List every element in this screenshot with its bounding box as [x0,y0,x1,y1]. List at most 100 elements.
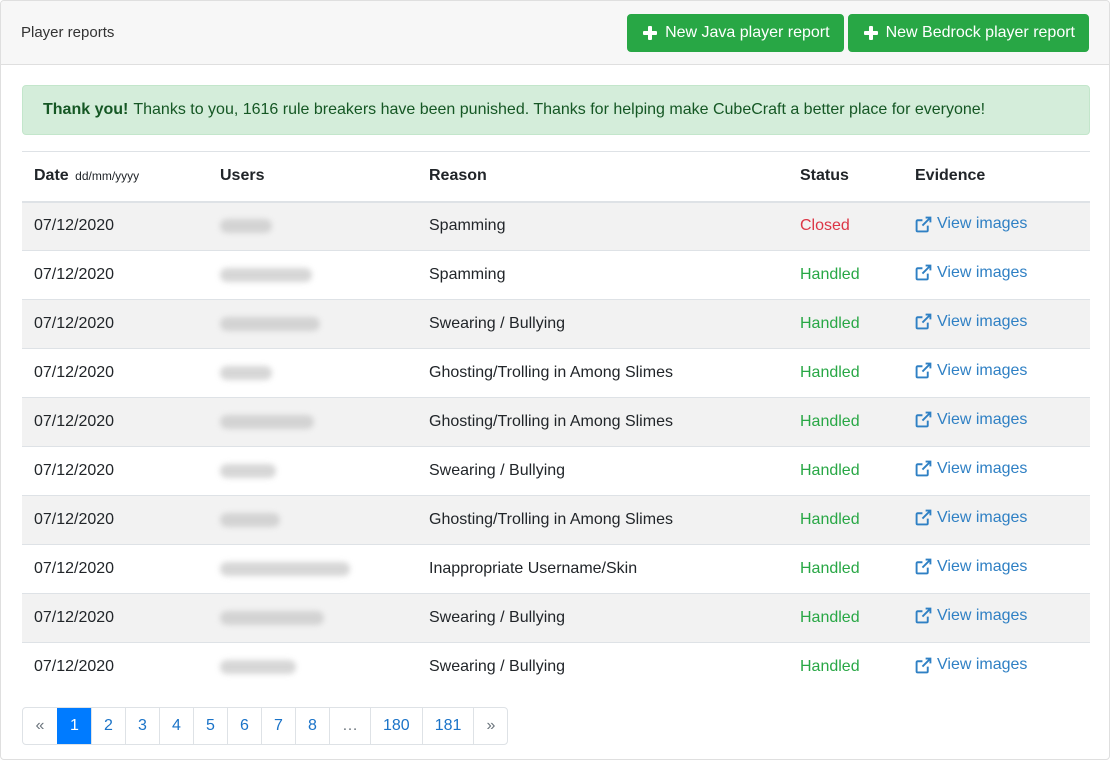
reports-table: Date dd/mm/yyyy Users Reason Status Evid… [22,151,1090,692]
view-images-link[interactable]: View images [915,264,1027,282]
table-body: 07/12/2020 Spamming Closed View images 07/12… [22,201,1090,692]
cell-evidence: View images [903,348,1090,398]
blurred-username [220,660,296,675]
view-images-label: View images [937,557,1028,575]
page-next[interactable]: » [473,708,507,744]
plus-icon [643,25,658,40]
header-evidence: Evidence [903,151,1090,203]
page-link-3[interactable]: 3 [125,708,159,744]
cell-evidence: View images [903,593,1090,643]
page-link-2[interactable]: 2 [91,708,125,744]
cell-evidence: View images [903,397,1090,447]
view-images-label: View images [937,656,1028,673]
cell-user [208,446,417,496]
cell-date: 07/12/2020 [22,299,208,349]
new-bedrock-report-label: New Bedrock player report [885,23,1075,41]
alert-strong: Thank you! [43,101,129,118]
cell-date: 07/12/2020 [22,446,208,496]
cell-reason: Swearing / Bullying [417,446,788,496]
view-images-link[interactable]: View images [915,656,1027,674]
cell-reason: Ghosting/Trolling in Among Slimes [417,348,788,398]
cell-evidence: View images [903,250,1090,300]
plus-icon [863,25,878,40]
cell-status: Handled [788,593,903,643]
page-link-5[interactable]: 5 [193,708,227,744]
alert-text: Thanks to you, 1616 rule breakers have b… [133,101,986,118]
cell-user [208,544,417,594]
page-prev[interactable]: « [23,708,57,744]
header-status: Status [788,151,903,203]
view-images-label: View images [937,606,1028,624]
cell-reason: Swearing / Bullying [417,642,788,692]
cell-reason: Spamming [429,217,506,235]
view-images-label: View images [937,459,1028,477]
cell-reason: Spamming [417,250,788,300]
cell-status: Handled [788,348,903,398]
page-link-181[interactable]: 181 [421,708,474,744]
cell-date: 07/12/2020 [22,348,208,398]
cell-user [208,348,417,398]
view-images-link[interactable]: View images [915,411,1027,429]
external-link-icon [915,460,932,477]
cell-reason: Swearing / Bullying [417,593,788,643]
table-row: 07/12/2020 Spamming Closed View images [22,201,1090,251]
page-link-8[interactable]: 8 [295,708,329,744]
table-row: 07/12/2020 Ghosting/Trolling in Among Sli… [22,348,1090,398]
blurred-username [220,267,312,282]
external-link-icon [915,362,932,379]
table-row: 07/12/2020 Swearing / Bullying Handled View… [22,446,1090,496]
view-images-link[interactable]: View images [915,362,1027,380]
view-images-label: View images [937,312,1028,330]
blurred-username [220,414,314,429]
view-images-link[interactable]: View images [915,509,1027,527]
view-images-label: View images [937,508,1028,526]
cell-date: 07/12/2020 [22,642,208,692]
header-users: Users [208,151,417,203]
new-bedrock-report-button[interactable]: New Bedrock player report [847,13,1089,52]
page-title: Player reports [21,24,115,41]
view-images-label: View images [937,361,1028,379]
blurred-username [220,610,324,625]
view-images-link[interactable]: View images [915,607,1027,625]
external-link-icon [915,313,932,330]
page-link-4[interactable]: 4 [159,708,193,744]
view-images-link[interactable]: View images [915,558,1027,576]
page-link-180[interactable]: 180 [370,708,422,744]
blurred-username [220,512,280,527]
external-link-icon [915,607,932,624]
header-buttons: New Java player report New Bedrock playe… [627,13,1089,52]
view-images-label: View images [937,410,1028,428]
view-images-link[interactable]: View images [915,313,1027,331]
blurred-username [220,316,320,331]
view-images-link[interactable]: View images [915,215,1027,233]
date-format-hint: dd/mm/yyyy [75,169,140,184]
header-reason: Reason [417,151,788,203]
blurred-username [220,365,272,380]
header-date: Date dd/mm/yyyy [22,151,208,203]
page-ellipsis: … [329,708,370,744]
cell-reason: Ghosting/Trolling in Among Slimes [417,397,788,447]
cell-status: Handled [788,250,903,300]
external-link-icon [915,509,932,526]
table-row: 07/12/2020 Ghosting/Trolling in Among Sli… [22,495,1090,545]
thank-you-alert: Thank you! Thanks to you, 1616 rule brea… [22,85,1090,135]
page-link-7[interactable]: 7 [261,708,295,744]
cell-date: 07/12/2020 [34,217,115,235]
table-row: 07/12/2020 Swearing / Bullying Handled View… [22,593,1090,643]
cell-user [208,299,417,349]
external-link-icon [915,558,932,575]
cell-status: Handled [788,299,903,349]
cell-evidence: View images [903,495,1090,545]
cell-date: 07/12/2020 [22,495,208,545]
cell-user [208,593,417,643]
cell-status: Handled [788,446,903,496]
cell-evidence: View images [903,544,1090,594]
page-link-6[interactable]: 6 [227,708,261,744]
new-java-report-button[interactable]: New Java player report [627,13,844,52]
page-link-1[interactable]: 1 [57,708,91,744]
cell-evidence: View images [903,299,1090,349]
cell-status: Closed [800,217,850,235]
cell-date: 07/12/2020 [22,593,208,643]
view-images-link[interactable]: View images [915,460,1027,478]
new-java-report-label: New Java player report [665,23,830,41]
